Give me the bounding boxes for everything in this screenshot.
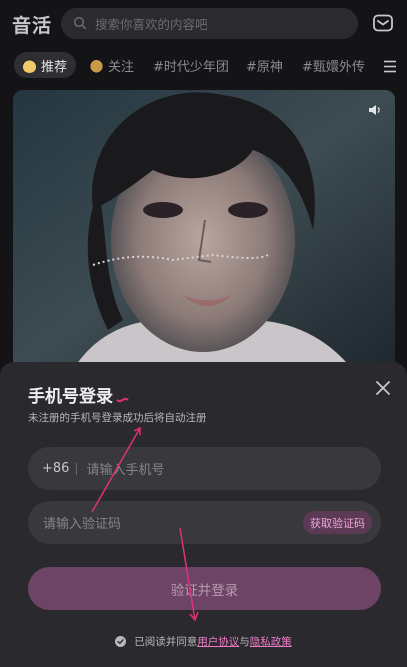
- search-icon: [73, 16, 89, 32]
- video-card[interactable]: [13, 90, 395, 370]
- login-title: 手机号登录: [28, 387, 113, 407]
- agreement-row: 已阅读并同意 用户协议 与 隐私政策: [0, 634, 407, 649]
- close-icon[interactable]: [375, 380, 391, 396]
- phone-field[interactable]: +86 请输入手机号: [28, 447, 381, 490]
- tab-topic-1[interactable]: #时代少年团: [153, 52, 229, 78]
- search-placeholder: 搜索你喜欢的内容吧: [95, 17, 208, 32]
- search-bar[interactable]: 搜索你喜欢的内容吧: [61, 8, 358, 39]
- country-code[interactable]: +86: [42, 461, 69, 476]
- tab-label: #甄嬛外传: [302, 59, 365, 75]
- phone-placeholder: 请输入手机号: [86, 463, 165, 478]
- tab-topic-3[interactable]: #甄嬛外传: [302, 52, 365, 78]
- category-tabs: 推荐 关注 #时代少年团 #原神 #甄嬛外传: [0, 50, 407, 80]
- speaker-icon[interactable]: [367, 102, 383, 118]
- tab-follow[interactable]: 关注: [89, 52, 134, 78]
- video-thumbnail: [13, 90, 395, 370]
- user-agreement-link[interactable]: 用户协议: [197, 634, 239, 649]
- tab-label: #原神: [246, 59, 283, 75]
- agree-text: 已阅读并同意: [134, 636, 198, 648]
- privacy-policy-link[interactable]: 隐私政策: [250, 634, 292, 649]
- face-emoji-icon: [22, 57, 37, 73]
- divider: [76, 462, 78, 475]
- mail-icon[interactable]: [372, 12, 394, 34]
- tab-recommend[interactable]: 推荐: [14, 52, 77, 78]
- verify-login-button[interactable]: 验证并登录: [28, 567, 381, 610]
- tab-label: #时代少年团: [153, 59, 229, 75]
- tab-label: 关注: [108, 59, 135, 75]
- cat-emoji-icon: [89, 57, 104, 73]
- code-field[interactable]: 请输入验证码 获取验证码: [28, 501, 381, 544]
- and-text: 与: [239, 636, 250, 648]
- get-code-button[interactable]: 获取验证码: [303, 511, 372, 534]
- login-sheet: 手机号登录 未注册的手机号登录成功后将自动注册 +86 请输入手机号 请输入验证…: [0, 362, 407, 667]
- checkbox-icon[interactable]: [115, 636, 127, 647]
- menu-icon[interactable]: [383, 58, 397, 73]
- tab-topic-2[interactable]: #原神: [246, 52, 283, 78]
- tab-label: 推荐: [41, 59, 68, 75]
- login-subtitle: 未注册的手机号登录成功后将自动注册: [28, 412, 207, 424]
- app-logo: 音活: [12, 14, 53, 37]
- code-placeholder: 请输入验证码: [43, 517, 122, 532]
